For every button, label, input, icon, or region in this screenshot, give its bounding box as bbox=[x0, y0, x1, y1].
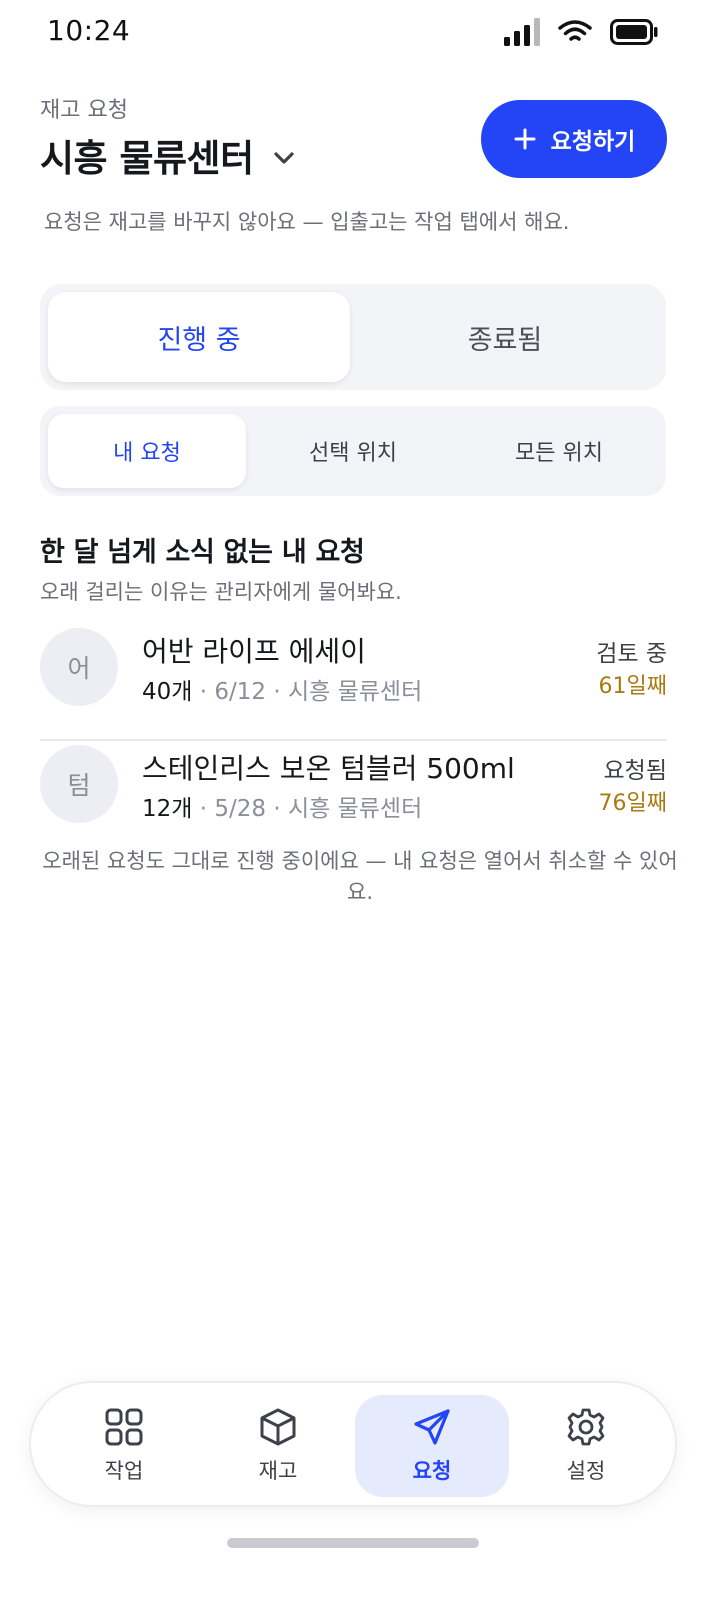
battery-icon bbox=[610, 19, 658, 45]
request-qty: 40개 bbox=[142, 679, 193, 705]
tab-label: 재고 bbox=[258, 1459, 298, 1483]
section-subtitle: 오래 걸리는 이유는 관리자에게 물어봐요. bbox=[40, 580, 402, 604]
request-age: 76일째 bbox=[598, 791, 667, 816]
tab-inventory[interactable]: 재고 bbox=[201, 1395, 355, 1497]
request-age: 61일째 bbox=[598, 674, 667, 699]
status-time: 10:24 bbox=[47, 14, 131, 47]
request-name: 어반 라이프 에세이 bbox=[142, 635, 366, 668]
site-selector[interactable]: 시흥 물류센터 bbox=[40, 128, 298, 182]
request-qty: 12개 bbox=[142, 796, 193, 822]
status-segmented-control: 진행 중 종료됨 bbox=[40, 284, 666, 390]
box-icon bbox=[260, 1408, 296, 1446]
site-title: 시흥 물류센터 bbox=[40, 137, 254, 180]
status-bar: 10:24 bbox=[0, 0, 720, 68]
bottom-tab-bar: 작업 재고 요청 설정 bbox=[29, 1381, 677, 1507]
new-request-label: 요청하기 bbox=[550, 129, 636, 155]
tab-work[interactable]: 작업 bbox=[47, 1395, 201, 1497]
request-details: · 6/12 · 시흥 물류센터 bbox=[192, 679, 423, 705]
tab-my-requests[interactable]: 내 요청 bbox=[48, 414, 246, 488]
request-list: 어 어반 라이프 에세이 40개 · 6/12 · 시흥 물류센터 검토 중 6… bbox=[40, 622, 667, 860]
request-meta: 40개 · 6/12 · 시흥 물류센터 bbox=[142, 672, 422, 706]
tab-in-progress[interactable]: 진행 중 bbox=[48, 292, 350, 382]
status-badge: 검토 중 bbox=[596, 641, 667, 667]
tab-label: 작업 bbox=[104, 1459, 144, 1483]
status-badge: 요청됨 bbox=[603, 758, 667, 784]
tab-settings[interactable]: 설정 bbox=[509, 1395, 663, 1497]
grid-icon bbox=[105, 1408, 143, 1446]
tab-closed[interactable]: 종료됨 bbox=[352, 292, 658, 382]
notice-text: 요청은 재고를 바꾸지 않아요 — 입출고는 작업 탭에서 해요. bbox=[44, 210, 570, 234]
request-row[interactable]: 어 어반 라이프 에세이 40개 · 6/12 · 시흥 물류센터 검토 중 6… bbox=[40, 622, 667, 741]
signal-icon bbox=[504, 18, 540, 46]
new-request-button[interactable]: 요청하기 bbox=[481, 100, 667, 178]
tab-selected-location[interactable]: 선택 위치 bbox=[250, 414, 456, 488]
home-indicator bbox=[227, 1538, 479, 1548]
tab-label: 설정 bbox=[566, 1459, 606, 1483]
request-row[interactable]: 텀 스테인리스 보온 텀블러 500ml 12개 · 5/28 · 시흥 물류센… bbox=[40, 741, 667, 860]
status-icons bbox=[504, 18, 658, 46]
scope-segmented-control: 내 요청 선택 위치 모든 위치 bbox=[40, 406, 666, 496]
plus-icon bbox=[514, 128, 536, 150]
request-meta: 12개 · 5/28 · 시흥 물류센터 bbox=[142, 789, 422, 823]
tab-label: 요청 bbox=[412, 1459, 452, 1483]
tab-requests[interactable]: 요청 bbox=[355, 1395, 509, 1497]
gear-icon bbox=[567, 1408, 605, 1446]
footnote: 오래된 요청도 그대로 진행 중이에요 — 내 요청은 열어서 취소할 수 있어… bbox=[42, 849, 678, 904]
tab-all-locations[interactable]: 모든 위치 bbox=[456, 414, 662, 488]
wifi-icon bbox=[558, 20, 592, 41]
request-details: · 5/28 · 시흥 물류센터 bbox=[192, 796, 423, 822]
section-title: 한 달 넘게 소식 없는 내 요청 bbox=[40, 537, 365, 568]
send-icon bbox=[414, 1409, 450, 1445]
chevron-down-icon bbox=[274, 152, 294, 164]
avatar: 어 bbox=[40, 628, 118, 706]
request-name: 스테인리스 보온 텀블러 500ml bbox=[142, 752, 515, 785]
avatar: 텀 bbox=[40, 745, 118, 823]
